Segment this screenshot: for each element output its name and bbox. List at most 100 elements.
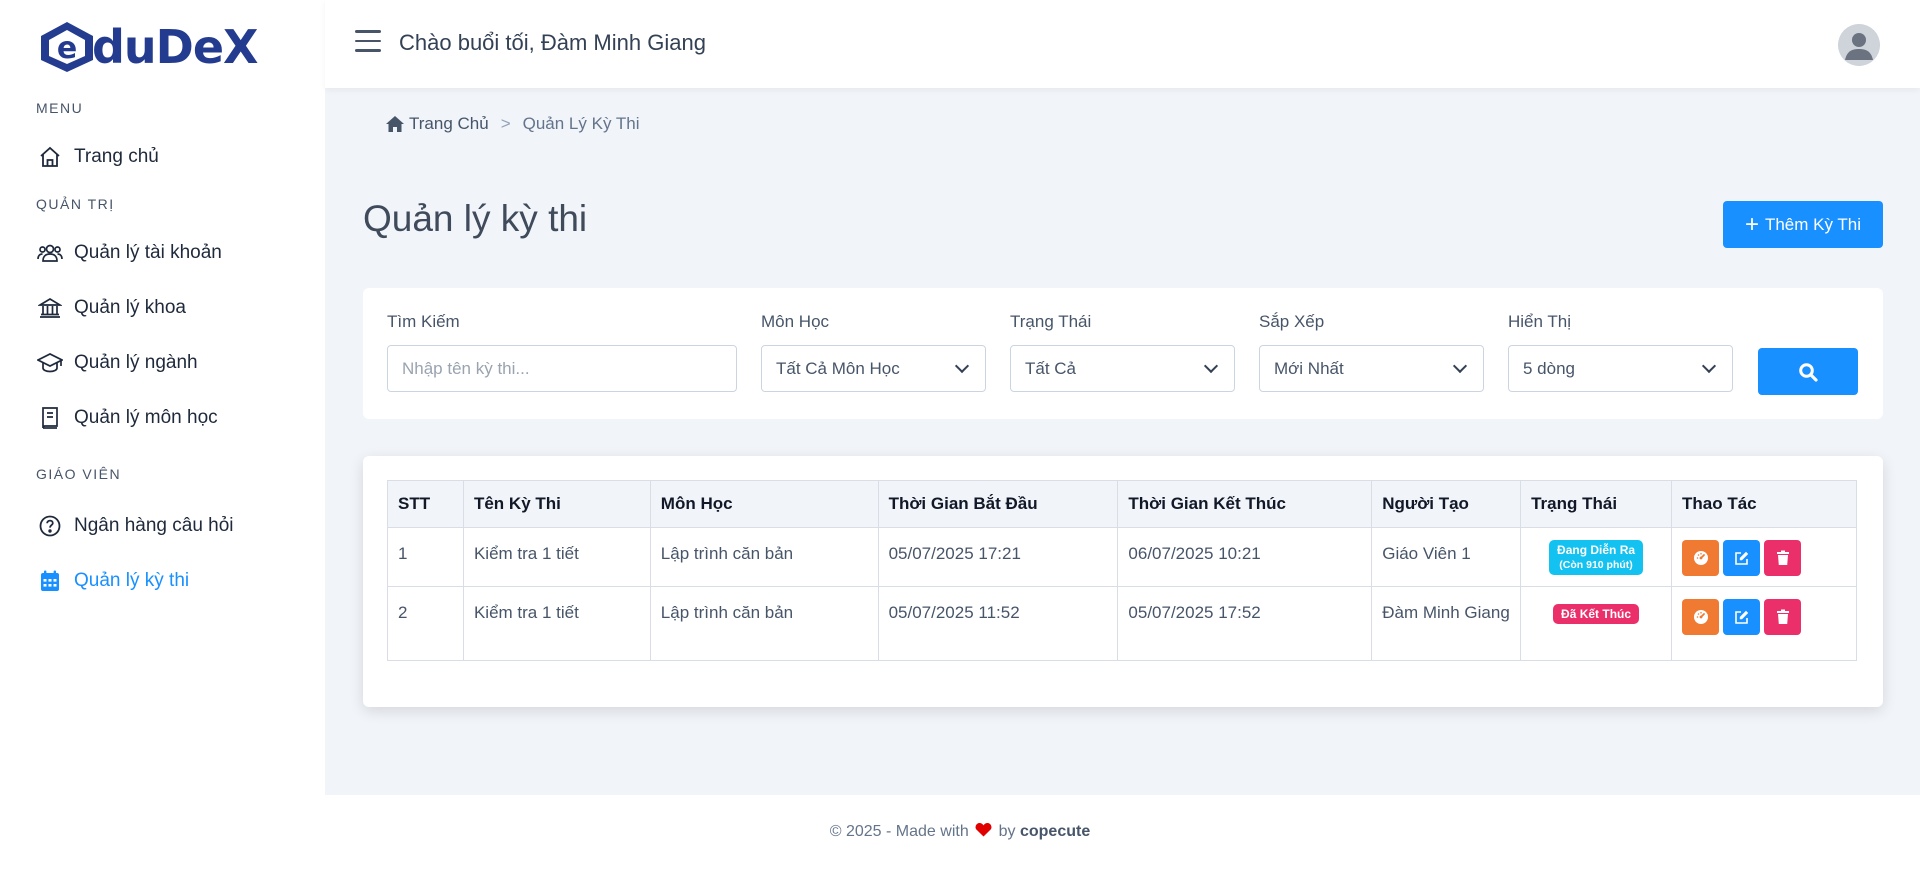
sidebar-item-exams[interactable]: Quản lý kỳ thi <box>36 566 189 596</box>
main-content: Trang Chủ > Quản Lý Kỳ Thi Quản lý kỳ th… <box>325 88 1920 795</box>
sidebar-item-label: Quản lý tài khoản <box>74 242 222 263</box>
section-title-menu: MENU <box>36 100 84 116</box>
footer-prefix: © 2025 - Made with <box>829 823 969 841</box>
trash-icon <box>1776 550 1789 565</box>
menu-toggle-icon[interactable] <box>355 30 381 54</box>
status-badge-text: Đang Diễn Ra <box>1557 543 1636 557</box>
cell-start: 05/07/2025 17:21 <box>877 527 1119 587</box>
sidebar-item-faculty[interactable]: Quản lý khoa <box>36 293 186 323</box>
breadcrumb: Trang Chủ > Quản Lý Kỳ Thi <box>385 114 639 134</box>
cell-subject: Lập trình căn bản <box>649 586 879 661</box>
column-header-subject[interactable]: Môn Học <box>649 480 879 528</box>
edit-button[interactable] <box>1723 540 1760 576</box>
sidebar-item-label: Quản lý ngành <box>74 352 198 373</box>
filter-panel: Tìm Kiếm Nhập tên kỳ thi... Môn Học Tất … <box>363 288 1883 419</box>
column-header-start[interactable]: Thời Gian Bắt Đầu <box>877 480 1119 528</box>
column-header-status[interactable]: Trạng Thái <box>1520 480 1672 528</box>
trash-icon <box>1776 609 1789 624</box>
greeting-text: Chào buổi tối, Đàm Minh Giang <box>399 30 706 55</box>
sort-select[interactable]: Mới Nhất <box>1259 345 1484 392</box>
subject-select[interactable]: Tất Cả Môn Học <box>761 345 986 392</box>
column-header-creator[interactable]: Người Tạo <box>1371 480 1522 528</box>
edit-button[interactable] <box>1723 599 1760 635</box>
cell-start: 05/07/2025 11:52 <box>877 586 1119 661</box>
subject-value: Tất Cả Môn Học <box>776 358 900 378</box>
search-label: Tìm Kiếm <box>387 312 460 331</box>
section-title-admin: QUẢN TRỊ <box>36 196 115 212</box>
cell-name: Kiểm tra 1 tiết <box>462 586 651 661</box>
gauge-icon <box>1693 551 1708 565</box>
column-header-end[interactable]: Thời Gian Kết Thúc <box>1117 480 1373 528</box>
sidebar-item-subjects[interactable]: Quản lý môn học <box>36 403 218 433</box>
user-avatar-icon[interactable] <box>1838 24 1880 66</box>
delete-button[interactable] <box>1764 599 1801 635</box>
table-row: 2 Kiểm tra 1 tiết Lập trình căn bản 05/0… <box>387 586 1857 661</box>
svg-text:e: e <box>57 31 77 66</box>
sidebar-item-label: Quản lý kỳ thi <box>74 570 190 591</box>
sidebar-item-label: Quản lý khoa <box>74 297 186 318</box>
status-filter: Trạng Thái Tất Cả <box>1010 312 1235 392</box>
chevron-down-icon <box>1701 358 1717 373</box>
column-header-name[interactable]: Tên Kỳ Thi <box>462 480 651 528</box>
sidebar-item-label: Quản lý môn học <box>74 407 218 428</box>
column-header-stt[interactable]: STT <box>387 480 464 528</box>
column-header-actions: Thao Tác <box>1671 480 1857 528</box>
section-title-teacher: GIÁO VIÊN <box>36 466 122 482</box>
breadcrumb-home-label: Trang Chủ <box>409 114 489 133</box>
display-filter: Hiển Thị 5 dòng <box>1508 312 1733 392</box>
calendar-icon <box>36 567 64 595</box>
status-value: Tất Cả <box>1025 358 1077 378</box>
delete-button[interactable] <box>1764 540 1801 576</box>
sidebar-item-home[interactable]: Trang chủ <box>36 142 159 172</box>
home-icon <box>36 143 64 171</box>
cell-end: 05/07/2025 17:52 <box>1117 586 1373 661</box>
add-exam-label: Thêm Kỳ Thi <box>1764 214 1862 234</box>
search-input[interactable]: Nhập tên kỳ thi... <box>387 345 737 392</box>
footer: © 2025 - Made with by copecute <box>0 795 1920 869</box>
footer-brand-link[interactable]: copecute <box>1020 823 1090 840</box>
status-badge: Đang Diễn Ra (Còn 910 phút) <box>1549 540 1644 575</box>
cell-status: Đã Kết Thúc <box>1520 586 1672 661</box>
status-badge-subtext: (Còn 910 phút) <box>1559 559 1633 571</box>
page-title: Quản lý kỳ thi <box>363 198 588 239</box>
home-icon <box>386 116 404 132</box>
display-value: 5 dòng <box>1523 358 1575 378</box>
sidebar-item-label: Ngân hàng câu hỏi <box>74 515 234 536</box>
top-header: Chào buổi tối, Đàm Minh Giang <box>325 0 1920 88</box>
search-button[interactable] <box>1758 348 1858 395</box>
sidebar-item-majors[interactable]: Quản lý ngành <box>36 348 198 378</box>
cell-subject: Lập trình căn bản <box>649 527 879 587</box>
logo-mark-icon: e <box>41 22 93 72</box>
add-exam-button[interactable]: + Thêm Kỳ Thi <box>1723 201 1883 248</box>
status-label: Trạng Thái <box>1010 312 1092 331</box>
cell-creator: Đàm Minh Giang <box>1371 586 1522 661</box>
logo-text: duDeX <box>92 20 259 74</box>
cell-stt: 2 <box>387 586 464 661</box>
status-badge: Đã Kết Thúc <box>1553 604 1640 624</box>
sidebar-item-accounts[interactable]: Quản lý tài khoản <box>36 238 222 268</box>
chevron-down-icon <box>1452 358 1468 373</box>
display-label: Hiển Thị <box>1508 312 1571 331</box>
plus-icon: + <box>1744 210 1759 238</box>
status-badge-text: Đã Kết Thúc <box>1561 607 1632 621</box>
edit-icon <box>1734 551 1748 565</box>
logo[interactable]: e duDeX <box>38 18 259 76</box>
cell-stt: 1 <box>387 527 464 587</box>
sort-value: Mới Nhất <box>1274 358 1344 378</box>
status-select[interactable]: Tất Cả <box>1010 345 1235 392</box>
cell-actions <box>1671 527 1857 587</box>
bank-icon <box>36 294 64 322</box>
breadcrumb-home[interactable]: Trang Chủ <box>385 114 489 134</box>
subject-label: Môn Học <box>761 312 830 331</box>
table-header-row: STT Tên Kỳ Thi Môn Học Thời Gian Bắt Đầu… <box>387 480 1857 528</box>
gauge-icon <box>1693 610 1708 624</box>
cell-end: 06/07/2025 10:21 <box>1117 527 1373 587</box>
sidebar-item-label: Trang chủ <box>74 146 159 167</box>
footer-by: by <box>998 823 1016 841</box>
display-select[interactable]: 5 dòng <box>1508 345 1733 392</box>
monitor-button[interactable] <box>1682 599 1719 635</box>
sidebar-item-question-bank[interactable]: Ngân hàng câu hỏi <box>36 511 234 541</box>
graduation-cap-icon <box>36 349 64 377</box>
sort-filter: Sắp Xếp Mới Nhất <box>1259 312 1484 392</box>
monitor-button[interactable] <box>1682 540 1719 576</box>
